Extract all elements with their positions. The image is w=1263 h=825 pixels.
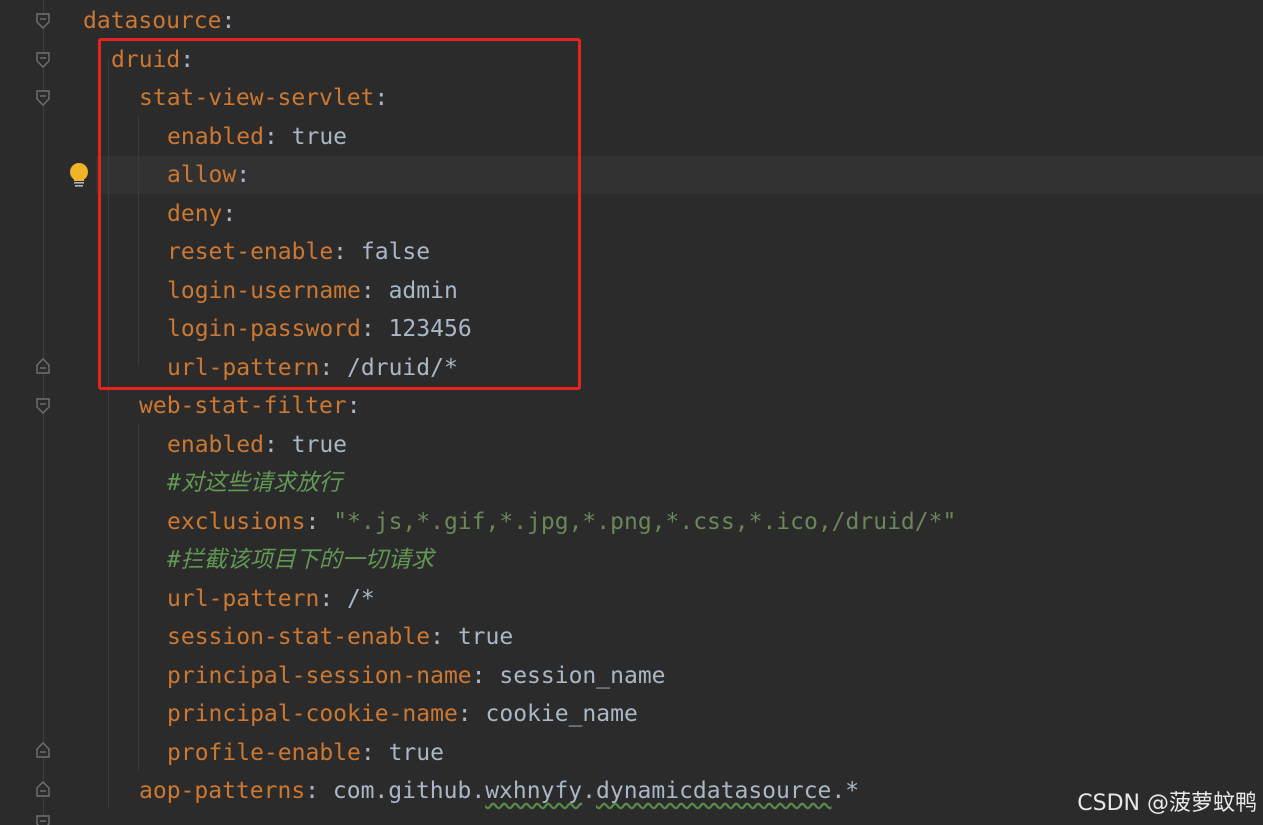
yaml-value-part: .*	[831, 778, 860, 804]
code-line[interactable]: web-stat-filter:	[139, 387, 361, 425]
yaml-value-part: dynamicdatasource	[596, 778, 832, 804]
code-line[interactable]: aop-patterns: com.github.wxhnyfy.dynamic…	[139, 772, 859, 810]
watermark: CSDN @菠萝蚊鸭	[1077, 791, 1257, 816]
code-line[interactable]: enabled: true	[167, 426, 347, 464]
editor-gutter	[0, 0, 96, 825]
code-line[interactable]: profile-enable: true	[167, 734, 444, 772]
fold-marker-icon[interactable]	[36, 90, 50, 106]
yaml-colon: :	[346, 393, 361, 419]
fold-marker-icon[interactable]	[36, 781, 50, 797]
yaml-string-value: "*.js,*.gif,*.jpg,*.png,*.css,*.ico,/dru…	[333, 508, 957, 535]
fold-marker-icon[interactable]	[36, 742, 50, 758]
code-line[interactable]: exclusions: "*.js,*.gif,*.jpg,*.png,*.cs…	[167, 503, 956, 541]
fold-marker-icon[interactable]	[36, 13, 50, 29]
yaml-value-part: wxhnyfy	[485, 778, 583, 804]
yaml-key: principal-cookie-name	[167, 701, 458, 727]
code-line[interactable]: #拦截该项目下的一切请求	[167, 541, 434, 579]
yaml-comment: #对这些请求放行	[167, 470, 342, 496]
code-line[interactable]: url-pattern: /*	[167, 580, 375, 618]
yaml-colon: :	[471, 662, 500, 689]
yaml-colon: :	[457, 701, 486, 727]
yaml-colon: :	[360, 739, 389, 766]
yaml-value-part: .	[582, 778, 596, 804]
highlight-annotation-box	[98, 38, 581, 390]
yaml-colon: :	[221, 8, 236, 34]
indent-guide	[138, 425, 139, 770]
yaml-key: exclusions	[167, 508, 306, 535]
yaml-comment: #拦截该项目下的一切请求	[167, 547, 434, 573]
code-line[interactable]: session-stat-enable: true	[167, 618, 513, 656]
yaml-key: session-stat-enable	[167, 624, 431, 650]
yaml-colon: :	[263, 431, 292, 458]
yaml-key: enabled	[167, 431, 264, 458]
code-editor[interactable]: datasource: druid: stat-view-servlet: enabl…	[0, 0, 1263, 825]
yaml-key: url-pattern	[167, 585, 320, 612]
yaml-value: true	[457, 624, 514, 650]
yaml-key: aop-patterns	[139, 778, 306, 804]
yaml-colon: :	[430, 624, 458, 650]
yaml-value: session_name	[499, 662, 666, 689]
code-line[interactable]: principal-session-name: session_name	[167, 657, 666, 695]
fold-marker-icon[interactable]	[36, 815, 50, 825]
yaml-value: true	[388, 739, 444, 766]
yaml-key: profile-enable	[167, 739, 361, 766]
yaml-value: true	[291, 431, 348, 458]
code-line[interactable]: principal-cookie-name: cookie_name	[167, 695, 638, 733]
code-line[interactable]: #对这些请求放行	[167, 464, 342, 502]
fold-marker-icon[interactable]	[36, 358, 50, 374]
yaml-colon: :	[305, 508, 334, 535]
yaml-colon: :	[305, 778, 333, 804]
yaml-value: /*	[347, 585, 375, 612]
yaml-key: datasource	[83, 8, 222, 34]
yaml-key: web-stat-filter	[139, 393, 347, 419]
lightbulb-icon[interactable]	[67, 162, 91, 188]
yaml-colon: :	[319, 585, 348, 612]
yaml-value-part: com.github.	[332, 778, 486, 804]
fold-marker-icon[interactable]	[36, 398, 50, 414]
yaml-key: principal-session-name	[167, 662, 472, 689]
yaml-value: cookie_name	[485, 701, 638, 727]
code-line[interactable]: datasource:	[83, 2, 235, 40]
fold-marker-icon[interactable]	[36, 52, 50, 68]
